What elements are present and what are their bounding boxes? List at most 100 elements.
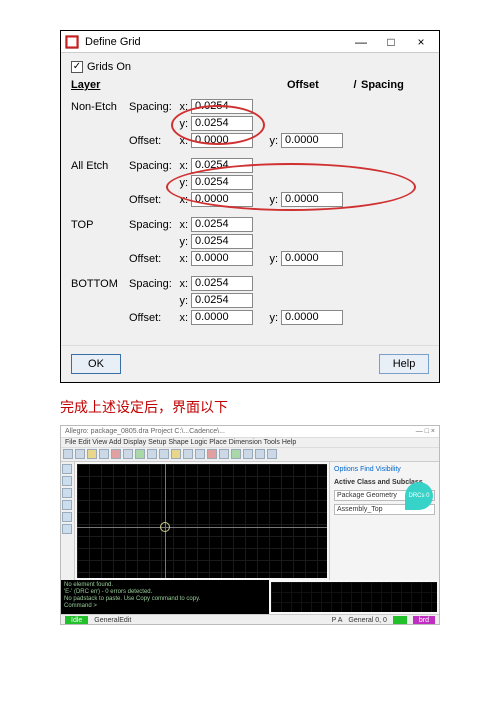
header-spacing: Spacing xyxy=(361,79,429,91)
tool-icon[interactable] xyxy=(62,488,72,498)
axis-y: y: xyxy=(267,135,281,147)
dialog-body: ✓ Grids On Layer Offset / Spacing Non-Et… xyxy=(61,53,439,345)
offset-y-input[interactable]: 0.0000 xyxy=(281,133,343,148)
toolbar-icon[interactable] xyxy=(195,449,205,459)
command-window[interactable]: No element found. 'E-' (DRC err) - 0 err… xyxy=(61,580,269,614)
toolbar-icon[interactable] xyxy=(135,449,145,459)
spacing-label: Spacing: xyxy=(129,160,177,172)
dialog-button-bar: OK Help xyxy=(61,345,439,382)
toolbar-icon[interactable] xyxy=(267,449,277,459)
spacing-y-input[interactable]: 0.0254 xyxy=(191,234,253,249)
dialog-titlebar: Define Grid — □ × xyxy=(61,31,439,53)
offset-x-input[interactable]: 0.0000 xyxy=(191,310,253,325)
toolbar-icon[interactable] xyxy=(219,449,229,459)
tool-icon[interactable] xyxy=(62,500,72,510)
spacing-y-input[interactable]: 0.0254 xyxy=(191,293,253,308)
axis-y: y: xyxy=(177,118,191,130)
app-title: Allegro: package_0805.dra Project C:\...… xyxy=(65,428,225,435)
tool-icon[interactable] xyxy=(62,464,72,474)
toolbar-icon[interactable] xyxy=(255,449,265,459)
spacing-label: Spacing: xyxy=(129,219,177,231)
column-headers: Layer Offset / Spacing xyxy=(71,79,429,91)
toolbar-icon[interactable] xyxy=(147,449,157,459)
options-tabs[interactable]: Options Find Visibility xyxy=(334,466,435,473)
status-brd: brd xyxy=(413,616,435,626)
layer-section-bottom: BOTTOM Spacing: x: 0.0254 y: 0.0254 Of xyxy=(71,276,429,325)
layer-name: All Etch xyxy=(71,160,129,172)
toolbar-icon[interactable] xyxy=(183,449,193,459)
app-main: Options Find Visibility Active Class and… xyxy=(61,462,439,580)
ok-button[interactable]: OK xyxy=(71,354,121,374)
toolbar-icon[interactable] xyxy=(159,449,169,459)
window-buttons: — □ × xyxy=(353,35,435,49)
toolbar-icon[interactable] xyxy=(123,449,133,459)
minimize-icon[interactable]: — xyxy=(353,35,369,49)
app-bottom: No element found. 'E-' (DRC err) - 0 err… xyxy=(61,580,439,614)
offset-x-input[interactable]: 0.0000 xyxy=(191,133,253,148)
spacing-x-input[interactable]: 0.0254 xyxy=(191,99,253,114)
tool-icon[interactable] xyxy=(62,524,72,534)
spacing-x-input[interactable]: 0.0254 xyxy=(191,276,253,291)
layer-section-alletch: All Etch Spacing: x: 0.0254 y: 0.0254 xyxy=(71,158,429,207)
grids-on-row: ✓ Grids On xyxy=(71,61,429,73)
origin-marker-icon xyxy=(160,522,170,532)
layer-section-nonetch: Non-Etch Spacing: x: 0.0254 y: 0.0254 Of… xyxy=(71,99,429,148)
tool-icon[interactable] xyxy=(62,512,72,522)
window-controls: — □ × xyxy=(416,428,435,435)
cmd-line: No padstack to paste. Use Copy command t… xyxy=(64,596,266,603)
caption-text: 完成上述设定后，界面以下 xyxy=(60,397,440,417)
layer-name: Non-Etch xyxy=(71,101,129,113)
app-menubar[interactable]: File Edit View Add Display Setup Shape L… xyxy=(61,438,439,448)
drc-badge-icon: DRCs 0 xyxy=(405,482,433,510)
app-titlebar: Allegro: package_0805.dra Project C:\...… xyxy=(61,426,439,438)
offset-label: Offset: xyxy=(129,312,177,324)
axis-x: x: xyxy=(177,135,191,147)
toolbar-icon[interactable] xyxy=(231,449,241,459)
toolbar-icon[interactable] xyxy=(207,449,217,459)
toolbar-icon[interactable] xyxy=(111,449,121,459)
layer-name: BOTTOM xyxy=(71,278,129,290)
toolbar-icon[interactable] xyxy=(63,449,73,459)
spacing-label: Spacing: xyxy=(129,278,177,290)
offset-x-input[interactable]: 0.0000 xyxy=(191,251,253,266)
toolbar-icon[interactable] xyxy=(75,449,85,459)
help-button[interactable]: Help xyxy=(379,354,429,374)
status-units: P A xyxy=(332,617,343,624)
offset-y-input[interactable]: 0.0000 xyxy=(281,251,343,266)
maximize-icon[interactable]: □ xyxy=(383,35,399,49)
allegro-screenshot: Allegro: package_0805.dra Project C:\...… xyxy=(60,425,440,625)
layer-section-top: TOP Spacing: x: 0.0254 y: 0.0254 Offse xyxy=(71,217,429,266)
offset-label: Offset: xyxy=(129,253,177,265)
options-panel: Options Find Visibility Active Class and… xyxy=(329,462,439,580)
toolbar-icon[interactable] xyxy=(99,449,109,459)
grids-on-checkbox[interactable]: ✓ xyxy=(71,61,83,73)
spacing-x-input[interactable]: 0.0254 xyxy=(191,217,253,232)
world-view[interactable] xyxy=(271,582,437,612)
spacing-x-input[interactable]: 0.0254 xyxy=(191,158,253,173)
status-chip xyxy=(393,616,407,626)
origin-axis-h xyxy=(77,527,327,528)
define-grid-dialog: Define Grid — □ × ✓ Grids On Layer Offse… xyxy=(60,30,440,383)
toolbar-icon[interactable] xyxy=(87,449,97,459)
status-bar: Idle GeneralEdit P A General 0, 0 brd xyxy=(61,614,439,625)
offset-label: Offset: xyxy=(129,194,177,206)
status-mode: GeneralEdit xyxy=(94,617,131,624)
spacing-y-input[interactable]: 0.0254 xyxy=(191,116,253,131)
app-toolbar xyxy=(61,448,439,462)
cmd-line: Command > xyxy=(64,603,266,610)
close-icon[interactable]: × xyxy=(413,35,429,49)
offset-y-input[interactable]: 0.0000 xyxy=(281,310,343,325)
toolbar-icon[interactable] xyxy=(171,449,181,459)
spacing-y-input[interactable]: 0.0254 xyxy=(191,175,253,190)
cmd-line: 'E-' (DRC err) - 0 errors detected. xyxy=(64,589,266,596)
tool-icon[interactable] xyxy=(62,476,72,486)
spacing-label: Spacing: xyxy=(129,101,177,113)
toolbar-icon[interactable] xyxy=(243,449,253,459)
offset-y-input[interactable]: 0.0000 xyxy=(281,192,343,207)
cmd-line: No element found. xyxy=(64,582,266,589)
offset-x-input[interactable]: 0.0000 xyxy=(191,192,253,207)
design-canvas[interactable] xyxy=(77,464,327,578)
document-page: Define Grid — □ × ✓ Grids On Layer Offse… xyxy=(0,0,500,645)
header-offset: Offset xyxy=(287,79,349,91)
app-icon xyxy=(65,35,79,49)
